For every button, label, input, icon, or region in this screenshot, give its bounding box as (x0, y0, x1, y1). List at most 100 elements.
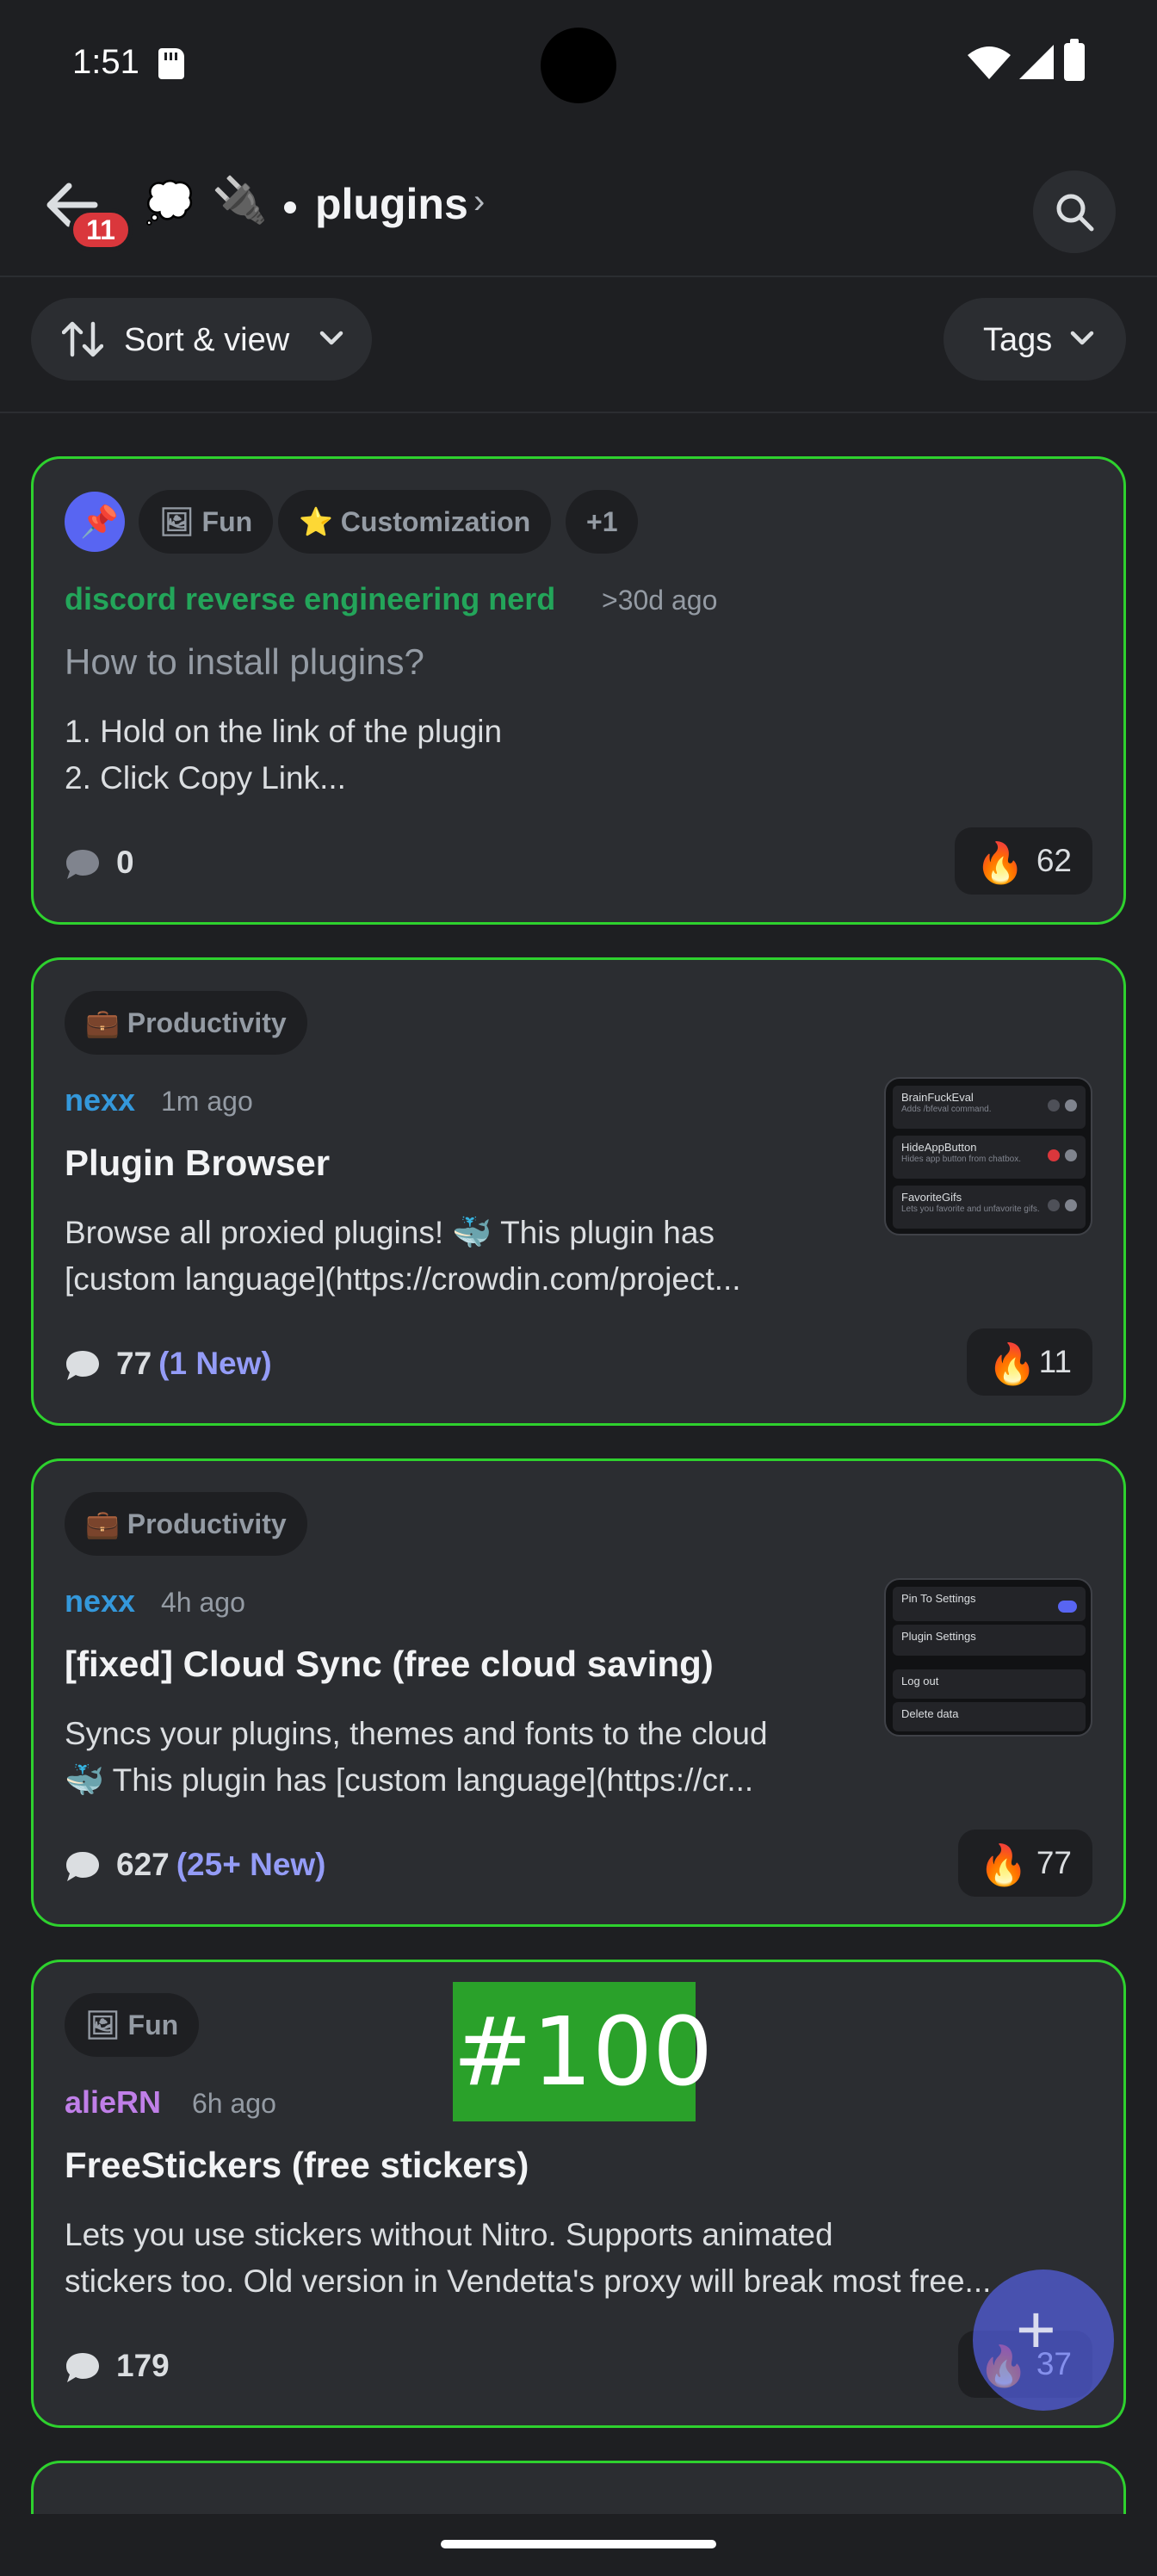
reaction-button[interactable]: 🔥 11 (967, 1328, 1092, 1396)
preview-line: stickers too. Old version in Vendetta's … (65, 2263, 992, 2299)
fire-icon: 🔥 (975, 840, 1025, 885)
post-author: alieRN (65, 2084, 162, 2120)
comment-count: 179 (116, 2348, 170, 2383)
post-card[interactable]: 📌 🖼 Fun ⭐ Customization +1 discord rever… (31, 456, 1126, 925)
delete-icon (1048, 1149, 1060, 1161)
reaction-button[interactable]: 🔥 62 (955, 827, 1092, 895)
thumb-title: BrainFuckEval (901, 1091, 974, 1104)
camera-cutout (541, 28, 616, 103)
filter-bar: Sort & view Tags (0, 279, 1157, 413)
tag-label: Fun (201, 506, 253, 537)
thumb-row: Plugin Settings (893, 1625, 1086, 1656)
post-author: nexx (65, 1583, 136, 1619)
plus-icon: + (1016, 2291, 1056, 2368)
sd-card-icon (158, 48, 184, 79)
reaction-count: 62 (1036, 843, 1072, 878)
tag-label: +1 (586, 506, 618, 537)
chevron-right-icon[interactable]: › (473, 183, 485, 221)
tags-label: Tags (983, 322, 1053, 358)
post-author: discord reverse engineering nerd (65, 581, 556, 616)
search-icon (1056, 194, 1094, 232)
plug-icon: 🔌 (212, 176, 268, 226)
signal-icon (1019, 45, 1054, 79)
chevron-down-icon (1070, 331, 1094, 345)
download-icon (1048, 1199, 1060, 1211)
unread-badge: 11 (69, 208, 133, 251)
post-age: 6h ago (192, 2088, 276, 2119)
post-title: FreeStickers (free stickers) (65, 2145, 529, 2185)
thumb-title: Log out (901, 1675, 939, 1687)
post-title: Plugin Browser (65, 1142, 331, 1183)
tag-productivity: 💼 Productivity (65, 991, 307, 1055)
post-preview: 1. Hold on the link of the plugin 2. Cli… (65, 709, 874, 802)
post-preview: Syncs your plugins, themes and fonts to … (65, 1711, 874, 1804)
post-thumbnail: Pin To Settings Plugin Settings Log out … (884, 1578, 1092, 1737)
thumb-title: FavoriteGifs (901, 1191, 962, 1204)
thumb-row: BrainFuckEval Adds /bfeval command. (893, 1086, 1086, 1129)
tag-customization: ⭐ Customization (278, 490, 552, 554)
thumb-title: HideAppButton (901, 1141, 977, 1154)
thumb-row: Pin To Settings (893, 1587, 1086, 1621)
reaction-count: 11 (1038, 1344, 1072, 1379)
fire-icon: 🔥 (987, 1341, 1037, 1386)
post-preview: Browse all proxied plugins! 🐳 This plugi… (65, 1210, 874, 1303)
thumb-title: Pin To Settings (901, 1592, 976, 1605)
thumb-row: Delete data (893, 1702, 1086, 1731)
post-age: 1m ago (161, 1086, 253, 1117)
tag-label: Productivity (127, 1007, 287, 1038)
sort-icon (62, 321, 103, 357)
pinned-badge: 📌 (65, 492, 125, 552)
tag-fun: 🖼 Fun (65, 1993, 200, 2057)
thumb-sub: Hides app button from chatbox. (901, 1155, 1021, 1164)
thumb-sub: Lets you favorite and unfavorite gifs. (901, 1204, 1040, 1214)
post-title: How to install plugins? (65, 641, 424, 682)
status-bar: 1:51 (0, 0, 1157, 129)
info-icon (1065, 1199, 1077, 1211)
info-icon (1065, 1099, 1077, 1112)
post-author: nexx (65, 1082, 136, 1118)
preview-line: Lets you use stickers without Nitro. Sup… (65, 2217, 833, 2252)
comment-bubble-icon (66, 1852, 99, 1881)
comment-bubble-icon (66, 850, 99, 879)
pin-icon: 📌 (80, 504, 119, 539)
thumb-sub: Adds /bfeval command. (901, 1105, 992, 1114)
channel-header: 11 💭 🔌 plugins › (0, 129, 1157, 277)
post-age: >30d ago (602, 585, 718, 616)
sort-view-button[interactable]: Sort & view (31, 298, 372, 381)
preview-line: [custom language](https://crowdin.com/pr… (65, 1261, 741, 1297)
post-thumbnail: BrainFuckEval Adds /bfeval command. Hide… (884, 1077, 1092, 1235)
comment-count: 0 (116, 845, 134, 880)
tags-button[interactable]: Tags (944, 298, 1126, 381)
home-indicator[interactable] (441, 2540, 716, 2548)
preview-line: Browse all proxied plugins! 🐳 This plugi… (65, 1215, 715, 1250)
tag-fun: 🖼 Fun (139, 490, 274, 554)
briefcase-icon: 💼 (85, 1007, 120, 1038)
comment-bubble-icon (66, 2353, 99, 2382)
forum-icon: 💭 (145, 180, 195, 225)
post-card[interactable]: 💼 Productivity nexx 4h ago [fixed] Cloud… (31, 1458, 1126, 1927)
new-comments: (1 New) (158, 1346, 272, 1381)
post-preview: Lets you use stickers without Nitro. Sup… (65, 2212, 1098, 2305)
sort-view-label: Sort & view (124, 322, 290, 358)
overlay-badge: #100 (453, 1982, 713, 2121)
post-age: 4h ago (161, 1587, 245, 1618)
thumb-row: Log out (893, 1669, 1086, 1699)
image-icon: 🖼 (159, 506, 195, 537)
channel-title[interactable]: plugins (315, 179, 468, 229)
post-title: [fixed] Cloud Sync (free cloud saving) (65, 1644, 714, 1684)
preview-line: 1. Hold on the link of the plugin (65, 714, 503, 749)
wifi-icon (968, 46, 1011, 79)
post-card[interactable]: 💼 Productivity nexx 1m ago Plugin Browse… (31, 957, 1126, 1426)
chevron-down-icon (319, 331, 343, 345)
comment-total: 77 (116, 1346, 152, 1381)
tag-label: Fun (127, 2009, 179, 2040)
comment-count: 627 (25+ New) (116, 1847, 326, 1883)
tag-label: Customization (340, 506, 531, 537)
comment-total: 627 (116, 1847, 170, 1882)
separator-dot (284, 201, 296, 214)
star-icon: ⭐ (299, 506, 333, 537)
reaction-button[interactable]: 🔥 77 (958, 1830, 1092, 1897)
search-button[interactable] (1033, 170, 1116, 253)
thumb-title: Plugin Settings (901, 1630, 976, 1643)
new-post-button[interactable]: + (973, 2269, 1114, 2411)
